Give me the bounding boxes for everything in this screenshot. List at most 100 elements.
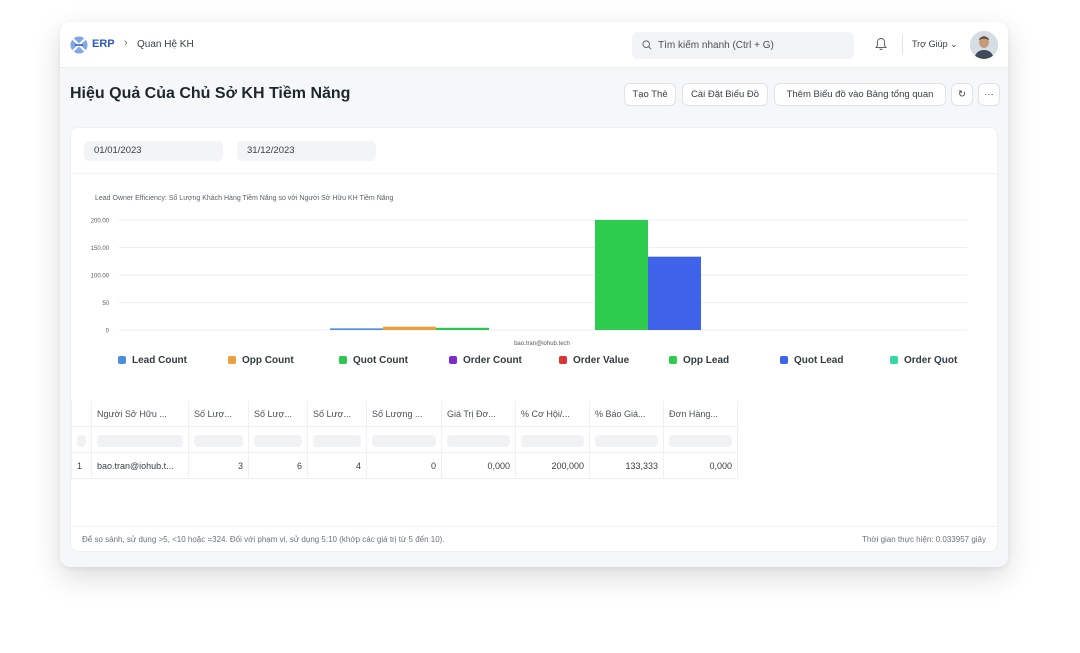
- from-date-field[interactable]: 01/01/2023: [84, 141, 223, 161]
- table-cell[interactable]: 4: [308, 453, 367, 479]
- table-header-row: Người Sở Hữu ... Số Lượ... Số Lượ... Số Lượ…: [71, 401, 738, 427]
- legend-swatch: [780, 355, 788, 364]
- column-header[interactable]: Số Lượ...: [308, 401, 367, 427]
- brand-name[interactable]: ERP: [92, 38, 115, 50]
- legend-label: Quot Lead: [794, 355, 844, 366]
- more-actions-button[interactable]: ···: [978, 83, 1000, 106]
- column-header[interactable]: % Cơ Hội/...: [516, 401, 590, 427]
- chart-title: Lead Owner Efficiency: Số Lượng Khách Hà…: [95, 193, 394, 202]
- column-header[interactable]: Số Lượ...: [249, 401, 308, 427]
- legend-label: Order Count: [463, 355, 522, 366]
- column-header[interactable]: Đơn Hàng...: [664, 401, 738, 427]
- y-tick-label: 50: [102, 301, 109, 307]
- column-filter-input[interactable]: [664, 427, 738, 453]
- filter-placeholder: [254, 434, 302, 447]
- user-avatar[interactable]: [970, 31, 998, 59]
- table-cell[interactable]: 3: [189, 453, 249, 479]
- column-filter-input[interactable]: [249, 427, 308, 453]
- legend-label: Order Value: [573, 355, 630, 366]
- table-filter-row: [71, 427, 738, 453]
- x-category-label: bao.tran@iohub.tech: [514, 341, 570, 347]
- filter-row-index: [71, 427, 92, 453]
- filter-placeholder: [372, 434, 436, 447]
- footer-divider: [71, 526, 999, 527]
- filter-divider: [71, 173, 999, 174]
- filter-placeholder: [313, 434, 361, 447]
- chart-settings-button[interactable]: Cài Đặt Biểu Đồ: [682, 83, 768, 106]
- filter-placeholder: [194, 434, 243, 447]
- column-header[interactable]: Số Lượng ...: [367, 401, 442, 427]
- column-header[interactable]: Người Sở Hữu ...: [92, 401, 189, 427]
- help-dropdown[interactable]: Trợ Giúp ⌄: [912, 39, 958, 50]
- chart-legend: Lead Count Opp Count Quot Count Order Count…: [71, 355, 999, 371]
- legend-label: Opp Lead: [683, 355, 730, 366]
- legend-swatch: [339, 355, 347, 364]
- legend-label: Order Quot: [904, 355, 958, 366]
- column-header[interactable]: Giá Trị Đơ...: [442, 401, 516, 427]
- legend-item[interactable]: Order Quot: [890, 355, 957, 366]
- legend-item[interactable]: Lead Count: [118, 355, 187, 366]
- legend-item[interactable]: Order Count: [449, 355, 522, 366]
- column-filter-input[interactable]: [367, 427, 442, 453]
- filter-placeholder: [447, 434, 510, 447]
- refresh-button[interactable]: ↻: [951, 83, 973, 106]
- create-card-button[interactable]: Tạo Thẻ: [624, 83, 676, 106]
- bar-chart: Lead Owner Efficiency: Số Lượng Khách Hà…: [91, 193, 967, 347]
- y-tick-label: 200.00: [91, 219, 110, 225]
- legend-label: Opp Count: [242, 355, 294, 366]
- search-input[interactable]: Tìm kiếm nhanh (Ctrl + G): [632, 32, 854, 59]
- legend-item[interactable]: Opp Lead: [669, 355, 729, 366]
- legend-item[interactable]: Opp Count: [228, 355, 294, 366]
- filter-hint: Để so sánh, sử dụng >5, <10 hoặc =324. Đ…: [82, 535, 445, 544]
- breadcrumb-crm[interactable]: Quan Hệ KH: [137, 39, 194, 50]
- erp-logo-icon[interactable]: [70, 35, 88, 55]
- column-filter-input[interactable]: [590, 427, 664, 453]
- navbar-divider: [902, 35, 903, 55]
- row-index: 1: [71, 453, 92, 479]
- column-filter-input[interactable]: [92, 427, 189, 453]
- column-filter-input[interactable]: [516, 427, 590, 453]
- report-card: 01/01/2023 31/12/2023 Lead Owner Efficie…: [70, 127, 999, 552]
- filter-placeholder: [669, 434, 732, 447]
- table-cell[interactable]: 6: [249, 453, 308, 479]
- breadcrumb-separator: ›: [124, 37, 128, 49]
- row-index-header: [71, 401, 92, 427]
- legend-item[interactable]: Quot Lead: [780, 355, 843, 366]
- search-placeholder: Tìm kiếm nhanh (Ctrl + G): [658, 40, 774, 51]
- table-cell[interactable]: 0,000: [442, 453, 516, 479]
- column-filter-input[interactable]: [189, 427, 249, 453]
- column-header[interactable]: Số Lượ...: [189, 401, 249, 427]
- to-date-field[interactable]: 31/12/2023: [237, 141, 376, 161]
- legend-swatch: [118, 355, 126, 364]
- legend-item[interactable]: Quot Count: [339, 355, 408, 366]
- bar-opp-lead: [595, 220, 648, 330]
- filter-placeholder: [595, 434, 658, 447]
- search-icon: [642, 40, 652, 50]
- bar-quot-lead: [648, 256, 701, 330]
- bar-quot-count: [436, 327, 489, 330]
- legend-swatch: [890, 355, 898, 364]
- legend-swatch: [449, 355, 457, 364]
- table-row: 1 bao.tran@iohub.t... 3 6 4 0 0,000 200,000 133,…: [71, 453, 738, 479]
- bar-opp-count: [383, 326, 436, 330]
- avatar-image: [970, 31, 998, 59]
- y-tick-label: 150.00: [91, 246, 110, 252]
- notification-bell-icon[interactable]: [875, 37, 887, 51]
- table-cell[interactable]: 133,333: [590, 453, 664, 479]
- filter-placeholder: [521, 434, 584, 447]
- filter-placeholder: [97, 434, 183, 447]
- execution-time: Thời gian thực hiện: 0.033957 giây: [861, 535, 986, 544]
- legend-label: Lead Count: [132, 355, 187, 366]
- navbar: ERP › Quan Hệ KH Tìm kiếm nhanh (Ctrl + …: [60, 22, 1008, 68]
- column-header[interactable]: % Báo Giá...: [590, 401, 664, 427]
- column-filter-input[interactable]: [308, 427, 367, 453]
- table-cell[interactable]: bao.tran@iohub.t...: [92, 453, 189, 479]
- legend-swatch: [559, 355, 567, 364]
- add-to-dashboard-button[interactable]: Thêm Biểu đồ vào Bảng tổng quan: [774, 83, 946, 106]
- table-cell[interactable]: 0,000: [664, 453, 738, 479]
- table-cell[interactable]: 0: [367, 453, 442, 479]
- column-filter-input[interactable]: [442, 427, 516, 453]
- table-cell[interactable]: 200,000: [516, 453, 590, 479]
- legend-item[interactable]: Order Value: [559, 355, 629, 366]
- legend-label: Quot Count: [353, 355, 408, 366]
